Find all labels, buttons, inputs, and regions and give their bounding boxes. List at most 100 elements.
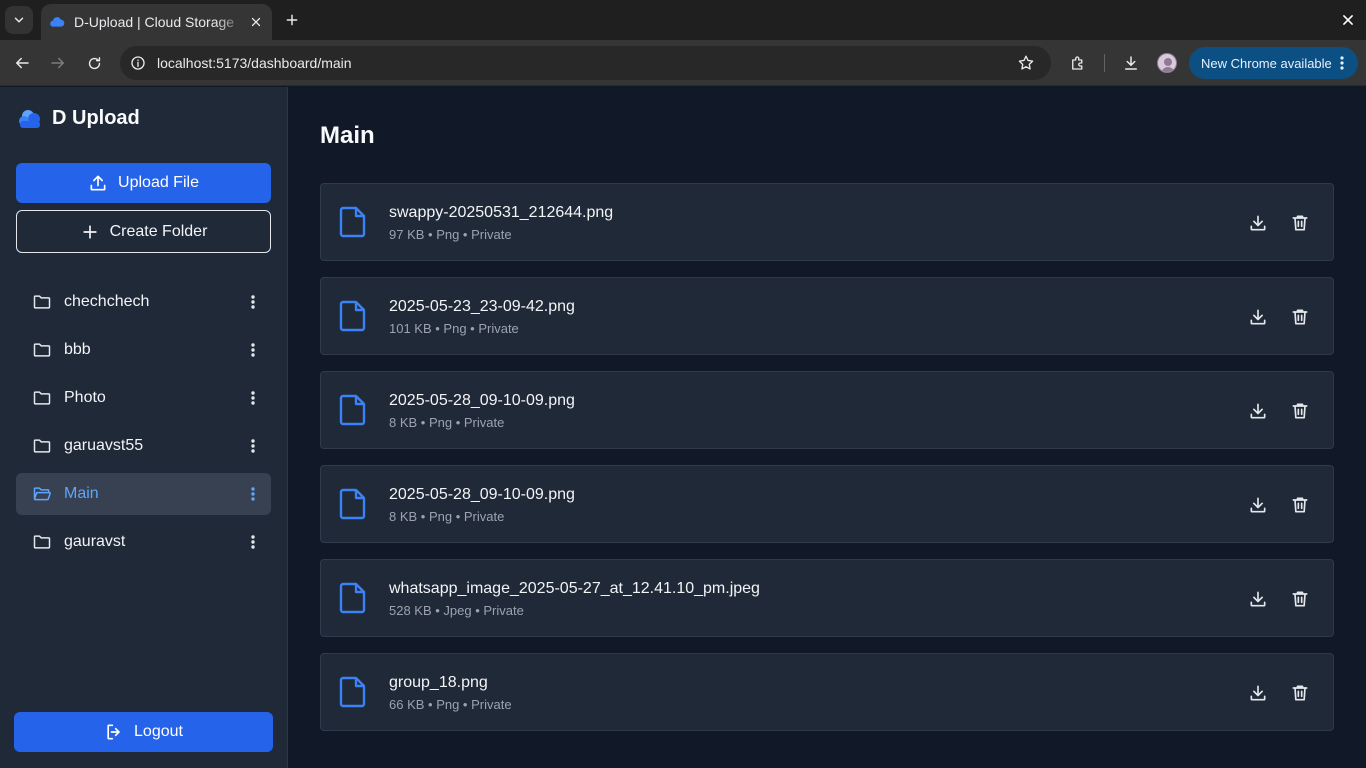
main-content: Main swappy-20250531_212644.png 97 KB • … — [289, 87, 1366, 768]
file-name: 2025-05-28_09-10-09.png — [389, 486, 575, 503]
reload-icon[interactable] — [82, 51, 106, 75]
site-info-icon[interactable] — [130, 55, 146, 71]
cloud-favicon-icon — [49, 14, 65, 30]
upload-file-button[interactable]: Upload File — [16, 163, 271, 203]
more-vert-icon[interactable] — [243, 292, 263, 312]
download-icon[interactable] — [1248, 683, 1268, 703]
tab-close-icon[interactable] — [248, 14, 264, 30]
file-row[interactable]: whatsapp_image_2025-05-27_at_12.41.10_pm… — [320, 559, 1334, 637]
more-vert-icon[interactable] — [243, 436, 263, 456]
more-vert-icon[interactable] — [1334, 55, 1350, 71]
trash-icon[interactable] — [1290, 589, 1310, 609]
bookmark-star-icon[interactable] — [1017, 54, 1035, 72]
more-vert-icon[interactable] — [243, 340, 263, 360]
folder-icon — [33, 295, 51, 309]
update-label: New Chrome available — [1201, 55, 1332, 71]
file-name: group_18.png — [389, 674, 488, 691]
file-row[interactable]: group_18.png 66 KB • Png • Private — [320, 653, 1334, 731]
file-row[interactable]: 2025-05-28_09-10-09.png 8 KB • Png • Pri… — [320, 371, 1334, 449]
back-icon[interactable] — [10, 51, 34, 75]
sidebar: D Upload Upload File Create Folder chech… — [0, 87, 288, 768]
folder-label: Photo — [64, 389, 106, 406]
folder-label: chechchech — [64, 293, 150, 310]
upload-file-label: Upload File — [118, 174, 199, 191]
folder-label: bbb — [64, 341, 91, 358]
tab-search-button[interactable] — [5, 6, 33, 34]
file-row[interactable]: swappy-20250531_212644.png 97 KB • Png •… — [320, 183, 1334, 261]
download-icon[interactable] — [1248, 589, 1268, 609]
file-icon — [339, 394, 366, 426]
file-name: swappy-20250531_212644.png — [389, 204, 614, 221]
trash-icon[interactable] — [1290, 495, 1310, 515]
sidebar-item-bbb[interactable]: bbb — [16, 329, 271, 371]
brand[interactable]: D Upload — [16, 104, 140, 132]
trash-icon[interactable] — [1290, 401, 1310, 421]
sidebar-item-chechchech[interactable]: chechchech — [16, 281, 271, 323]
window-close-icon[interactable] — [1338, 10, 1358, 30]
file-meta: 528 KB • Jpeg • Private — [389, 603, 524, 618]
tab-title: D-Upload | Cloud Storage — [74, 14, 235, 30]
logout-button[interactable]: Logout — [14, 712, 273, 752]
plus-icon — [82, 224, 97, 239]
file-meta: 66 KB • Png • Private — [389, 697, 512, 712]
file-icon — [339, 300, 366, 332]
file-icon — [339, 488, 366, 520]
file-icon — [339, 206, 366, 238]
create-folder-button[interactable]: Create Folder — [16, 210, 271, 253]
download-icon[interactable] — [1248, 213, 1268, 233]
logout-icon — [107, 724, 120, 740]
trash-icon[interactable] — [1290, 683, 1310, 703]
folder-label: Main — [64, 485, 99, 502]
sidebar-item-gauravst[interactable]: gauravst — [16, 521, 271, 563]
downloads-icon[interactable] — [1119, 51, 1143, 75]
file-row[interactable]: 2025-05-23_23-09-42.png 101 KB • Png • P… — [320, 277, 1334, 355]
more-vert-icon[interactable] — [243, 484, 263, 504]
trash-icon[interactable] — [1290, 213, 1310, 233]
folder-list: chechchech bbb Photo garuavst55 Main gau… — [16, 281, 271, 569]
file-row[interactable]: 2025-05-28_09-10-09.png 8 KB • Png • Pri… — [320, 465, 1334, 543]
sidebar-item-photo[interactable]: Photo — [16, 377, 271, 419]
more-vert-icon[interactable] — [243, 388, 263, 408]
brand-name: D Upload — [52, 106, 140, 129]
download-icon[interactable] — [1248, 401, 1268, 421]
profile-avatar[interactable] — [1157, 53, 1177, 73]
logout-label: Logout — [134, 723, 183, 740]
sidebar-item-main[interactable]: Main — [16, 473, 271, 515]
new-tab-icon[interactable] — [282, 10, 302, 30]
page-title: Main — [320, 122, 375, 149]
url-text[interactable]: localhost:5173/dashboard/main — [157, 55, 352, 71]
file-icon — [339, 676, 366, 708]
file-list: swappy-20250531_212644.png 97 KB • Png •… — [320, 183, 1334, 747]
folder-icon — [33, 535, 51, 549]
create-folder-label: Create Folder — [109, 222, 208, 240]
address-bar[interactable]: localhost:5173/dashboard/main — [120, 46, 1051, 80]
file-name: 2025-05-23_23-09-42.png — [389, 298, 575, 315]
folder-label: garuavst55 — [64, 437, 144, 454]
file-meta: 8 KB • Png • Private — [389, 415, 505, 430]
more-vert-icon[interactable] — [243, 532, 263, 552]
toolbar-divider — [1104, 54, 1105, 72]
sidebar-item-garuavst55[interactable]: garuavst55 — [16, 425, 271, 467]
trash-icon[interactable] — [1290, 307, 1310, 327]
new-chrome-available-button[interactable]: New Chrome available — [1189, 47, 1358, 79]
cloud-logo-icon — [19, 110, 40, 128]
browser-tabstrip: D-Upload | Cloud Storage — [0, 0, 1366, 40]
upload-icon — [90, 175, 106, 191]
folder-label: gauravst — [64, 533, 126, 550]
folder-open-icon — [33, 487, 51, 501]
folder-icon — [33, 343, 51, 357]
download-icon[interactable] — [1248, 495, 1268, 515]
browser-toolbar: localhost:5173/dashboard/main New Chrome… — [0, 40, 1366, 86]
browser-tab[interactable]: D-Upload | Cloud Storage — [41, 4, 272, 40]
folder-icon — [33, 439, 51, 453]
extensions-icon[interactable] — [1066, 51, 1090, 75]
file-name: 2025-05-28_09-10-09.png — [389, 392, 575, 409]
file-name: whatsapp_image_2025-05-27_at_12.41.10_pm… — [389, 580, 760, 597]
file-icon — [339, 582, 366, 614]
file-meta: 101 KB • Png • Private — [389, 321, 519, 336]
forward-icon[interactable] — [46, 51, 70, 75]
download-icon[interactable] — [1248, 307, 1268, 327]
file-meta: 97 KB • Png • Private — [389, 227, 512, 242]
chevron-down-icon — [14, 17, 24, 23]
file-meta: 8 KB • Png • Private — [389, 509, 505, 524]
